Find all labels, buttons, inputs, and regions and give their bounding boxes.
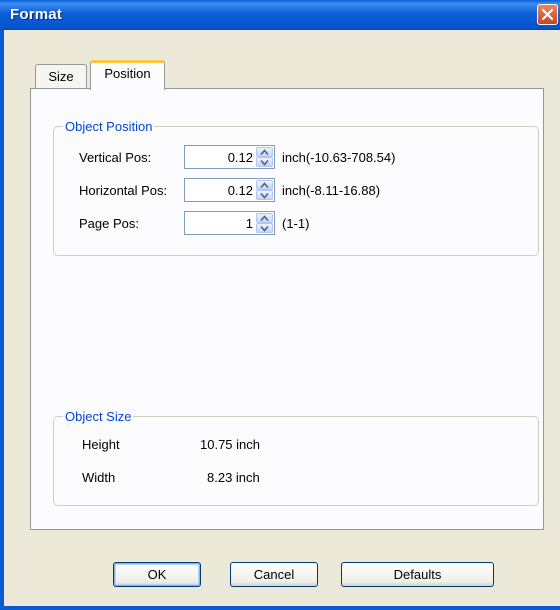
cancel-button[interactable]: Cancel: [230, 562, 318, 587]
width-label: Width: [82, 470, 116, 485]
horizontal-pos-input[interactable]: [187, 181, 255, 199]
page-pos-range: (1-1): [282, 216, 310, 231]
spin-down-button[interactable]: [256, 157, 273, 167]
horizontal-pos-range: inch(-8.11-16.88): [282, 183, 381, 198]
vertical-pos-spin[interactable]: [256, 147, 273, 167]
tab-size[interactable]: Size: [35, 64, 87, 88]
close-button[interactable]: [537, 4, 558, 25]
object-size-legend: Object Size: [63, 409, 134, 424]
page-pos-spinbox[interactable]: [184, 211, 275, 235]
tab-position[interactable]: Position: [90, 60, 165, 90]
spin-up-button[interactable]: [256, 213, 273, 223]
spin-down-arrow-icon: [260, 192, 269, 199]
spin-up-button[interactable]: [256, 147, 273, 157]
height-label: Height: [82, 437, 120, 452]
spin-down-arrow-icon: [260, 159, 269, 166]
window-frame-bottom: [0, 606, 560, 610]
page-pos-label: Page Pos:: [79, 216, 139, 231]
spin-up-arrow-icon: [260, 215, 269, 222]
object-position-legend: Object Position: [63, 119, 155, 134]
horizontal-pos-spin[interactable]: [256, 180, 273, 200]
horizontal-pos-label: Horizontal Pos:: [79, 183, 168, 198]
window-frame-left: [0, 30, 4, 610]
window-title: Format: [10, 6, 63, 23]
vertical-pos-range: inch(-10.63-708.54): [282, 150, 396, 165]
page-pos-spin[interactable]: [256, 213, 273, 233]
spin-up-arrow-icon: [260, 149, 269, 156]
horizontal-pos-spinbox[interactable]: [184, 178, 275, 202]
spin-up-button[interactable]: [256, 180, 273, 190]
height-value: 10.75 inch: [200, 437, 260, 452]
close-icon: [541, 8, 554, 21]
vertical-pos-spinbox[interactable]: [184, 145, 275, 169]
defaults-button[interactable]: Defaults: [341, 562, 494, 587]
page-pos-input[interactable]: [187, 214, 255, 232]
vertical-pos-input[interactable]: [187, 148, 255, 166]
width-value: 8.23 inch: [207, 470, 260, 485]
object-size-group: [53, 416, 539, 506]
spin-down-arrow-icon: [260, 225, 269, 232]
vertical-pos-label: Vertical Pos:: [79, 150, 152, 165]
title-bar[interactable]: Format: [0, 0, 560, 30]
spin-down-button[interactable]: [256, 190, 273, 200]
spin-up-arrow-icon: [260, 182, 269, 189]
ok-button[interactable]: OK: [113, 562, 201, 587]
spin-down-button[interactable]: [256, 223, 273, 233]
